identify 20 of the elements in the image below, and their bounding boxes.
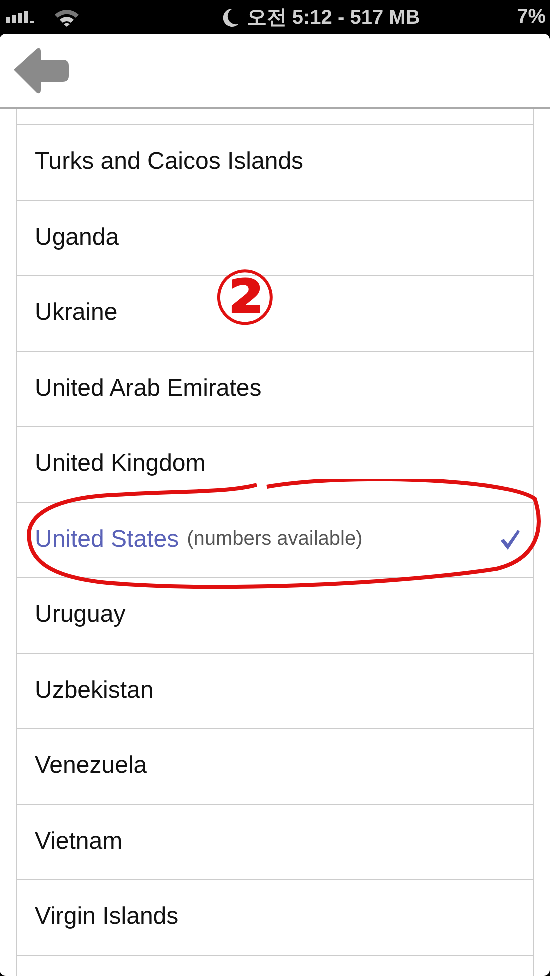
country-name[interactable]: Ukraine	[35, 299, 118, 328]
battery-percent: 7%	[517, 6, 546, 28]
country-name[interactable]: Venezuela	[35, 752, 148, 780]
country-name[interactable]: Uzbekistan	[35, 676, 154, 705]
back-arrow-icon	[13, 48, 69, 94]
back-button[interactable]	[13, 48, 69, 94]
country-name[interactable]: Turks and Caicos Islands	[35, 148, 304, 176]
moon-icon	[222, 8, 239, 26]
wifi-icon	[54, 8, 80, 26]
country-name[interactable]: United Arab Emirates	[35, 374, 262, 403]
status-time: 오전 5:12 - 517 MB	[246, 6, 420, 30]
country-name[interactable]: United Kingdom	[35, 450, 206, 478]
country-name[interactable]: United States	[35, 526, 180, 554]
country-name[interactable]: Vietnam	[35, 828, 123, 856]
country-name[interactable]: Uganda	[35, 224, 120, 252]
step-number: ②	[213, 261, 278, 337]
country-name[interactable]: Virgin Islands	[35, 903, 179, 932]
country-note: (numbers available)	[187, 528, 363, 552]
checkmark-icon	[499, 528, 521, 550]
country-name[interactable]: Uruguay	[35, 601, 126, 630]
